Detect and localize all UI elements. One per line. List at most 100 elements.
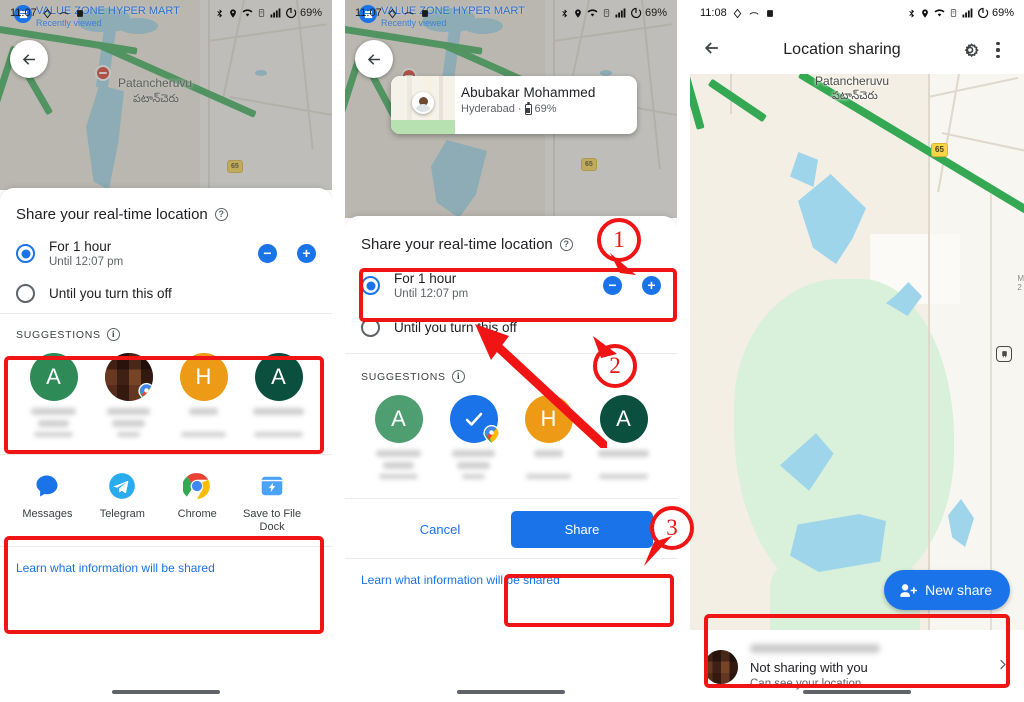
suggestion-item[interactable]: A (241, 353, 316, 442)
learn-more-link[interactable]: Learn what information will be shared (361, 573, 560, 587)
home-indicator (803, 690, 911, 694)
vpn-icon (950, 9, 957, 17)
decrease-duration-button[interactable]: − (258, 244, 277, 263)
contact-name-redacted (750, 644, 880, 653)
signal-icon (270, 8, 281, 18)
sheet-action-buttons: Cancel Share (369, 511, 653, 548)
help-icon[interactable]: ? (214, 208, 228, 221)
screenshot-stage: 65 Patancheruvu పటాన్‌చెరు VALUE ZONE HY… (0, 0, 1024, 702)
suggestion-item[interactable]: A (361, 395, 436, 484)
radio-for-1-hour[interactable] (16, 244, 35, 263)
learn-more-link[interactable]: Learn what information will be shared (16, 561, 215, 575)
contact-name-redacted (101, 408, 157, 442)
more-vert-icon (996, 42, 1000, 58)
annotation-marker-2: 2 (593, 334, 639, 392)
map-view[interactable]: 65 Patancheruvu పటాన్‌చెరు M2 (690, 74, 1024, 630)
app-telegram[interactable]: Telegram (85, 471, 160, 534)
panel-location-sharing: 11:08 69% Location sharing 65 Patancheru… (690, 0, 1024, 702)
poi-label-en: Patancheruvu (815, 74, 890, 88)
back-arrow-icon (367, 53, 380, 65)
app-chrome[interactable]: Chrome (160, 471, 235, 534)
annotation-arrow-2 (475, 324, 607, 448)
callout-contact-meta: Hyderabad · 69% (461, 101, 596, 115)
app-label: Chrome (177, 508, 217, 520)
avatar[interactable]: A (254, 353, 303, 401)
status-time: 11:07 (10, 7, 37, 19)
suggestions-row: A H A (16, 353, 316, 442)
suggestions-label: SUGGESTIONS (361, 370, 446, 383)
battery-icon (524, 101, 532, 115)
contact-name-redacted (596, 450, 652, 484)
back-button[interactable] (702, 38, 722, 63)
duration-option-1-hour[interactable]: For 1 hour Until 12:07 pm − + (16, 239, 316, 268)
info-icon[interactable]: i (106, 328, 120, 341)
help-icon[interactable]: ? (559, 238, 573, 251)
status-bar: 11:07 69% (0, 0, 332, 26)
increase-duration-button[interactable]: + (642, 276, 661, 295)
suggestion-item[interactable]: H (166, 353, 241, 442)
radio-until-you-turn-off[interactable] (361, 318, 380, 337)
radio-for-1-hour[interactable] (361, 276, 380, 295)
app-messages[interactable]: Messages (10, 471, 85, 534)
new-share-button[interactable]: New share (884, 570, 1010, 610)
increase-duration-button[interactable]: + (297, 244, 316, 263)
home-indicator (112, 690, 220, 694)
annotation-marker-1: 1 (597, 218, 643, 276)
share-button[interactable]: Share (511, 511, 653, 548)
highway-shield-65: 65 (931, 143, 948, 157)
messages-icon (32, 471, 62, 501)
radio-until-you-turn-off[interactable] (16, 284, 35, 303)
chevron-right-button[interactable] (995, 657, 1010, 677)
status-time: 11:07 (355, 7, 382, 19)
callout-contact-name: Abubakar Mohammed (461, 85, 596, 100)
status-time: 11:08 (700, 7, 727, 19)
suggestion-item[interactable]: A (16, 353, 91, 442)
avatar[interactable]: A (29, 353, 78, 401)
poi-label-en: Patancheruvu (118, 76, 193, 90)
option-sublabel: Until 12:07 pm (394, 288, 469, 300)
highway-shield-65: 65 (581, 158, 597, 171)
sharing-permission-line: Can see your location (750, 678, 862, 690)
overflow-menu-button[interactable] (984, 42, 1012, 58)
duration-option-until-off[interactable]: Until you turn this off (16, 284, 316, 303)
map-view[interactable]: 65 Patancheruvu పటాన్‌చెరు VALUE ZONE HY… (0, 0, 332, 190)
avatar[interactable] (104, 353, 153, 401)
settings-button[interactable] (956, 40, 984, 60)
contact-name-redacted (26, 408, 82, 442)
avatar[interactable]: H (179, 353, 228, 401)
transit-station-icon[interactable] (996, 346, 1012, 362)
signal-icon (962, 8, 973, 18)
save-to-file-dock-icon (257, 471, 287, 501)
cancel-button[interactable]: Cancel (369, 512, 511, 547)
location-history-icon (388, 8, 397, 18)
status-bar: 11:07 69% (345, 0, 677, 26)
contact-callout-card[interactable]: Abubakar Mohammed Hyderabad · 69% (391, 76, 637, 134)
suggestion-item[interactable] (91, 353, 166, 442)
back-button[interactable] (10, 40, 48, 78)
notification-icon (749, 11, 759, 15)
avatar[interactable]: A (374, 395, 423, 443)
app-bar: Location sharing (690, 26, 1024, 74)
callout-map-thumbnail (391, 76, 455, 134)
person-add-icon (900, 583, 918, 597)
panel-gutter (332, 0, 345, 702)
share-apps-row: Messages Telegram Chrome Save to File Do… (10, 471, 322, 534)
battery-saver-icon (631, 7, 642, 19)
option-label: Until you turn this off (49, 286, 172, 301)
contact-name-redacted (176, 408, 232, 442)
back-button[interactable] (355, 40, 393, 78)
screenshot-icon (766, 9, 773, 17)
highway-shield-65: 65 (227, 160, 243, 173)
callout-battery: 69% (534, 103, 557, 115)
poi-label-te: పటాన్‌చెరు (133, 93, 179, 105)
app-save-to-file-dock[interactable]: Save to File Dock (235, 471, 310, 534)
gear-icon (964, 43, 979, 58)
suggestions-header: SUGGESTIONS i (16, 328, 316, 341)
app-label: Telegram (99, 508, 145, 520)
contact-name-redacted (446, 450, 502, 484)
notification-icon (59, 11, 69, 15)
back-arrow-icon (22, 53, 35, 65)
decrease-duration-button[interactable]: − (603, 276, 622, 295)
battery-percent: 69% (644, 7, 667, 19)
bluetooth-icon (217, 8, 223, 18)
